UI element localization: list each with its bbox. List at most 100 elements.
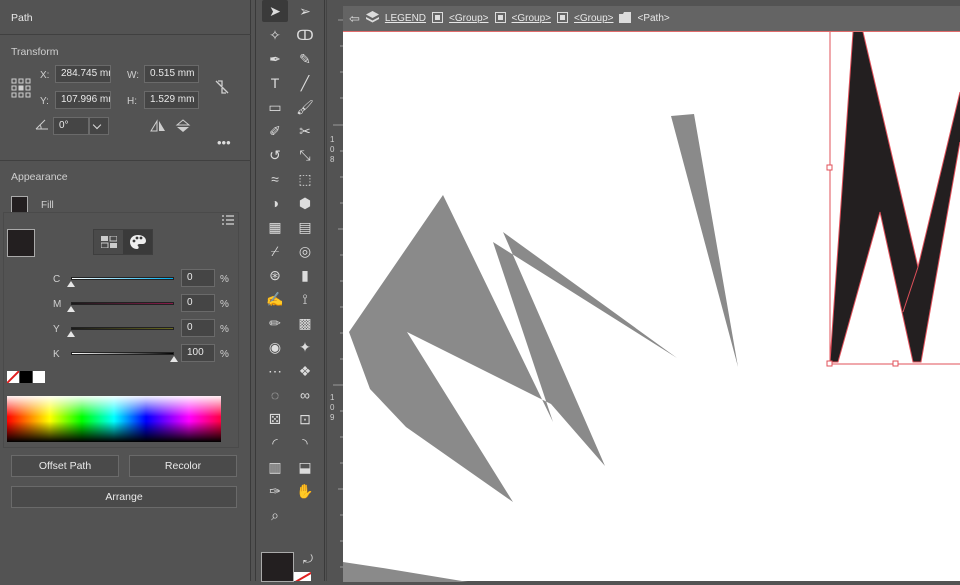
recolor-button[interactable]: Recolor	[129, 455, 237, 477]
yellow-slider-thumb[interactable]	[67, 331, 75, 337]
h-label: H:	[127, 96, 137, 107]
more-options-icon[interactable]: •••	[217, 136, 233, 150]
group-icon	[432, 11, 444, 26]
yellow-unit: %	[220, 324, 229, 335]
cyan-slider-thumb[interactable]	[67, 281, 75, 287]
h-field[interactable]: 1.529 mm	[144, 91, 199, 109]
eyedropper-icon[interactable]: ⌿	[262, 240, 288, 262]
artboard-tool-icon[interactable]: ❖	[292, 360, 318, 382]
path-title: Path	[11, 12, 33, 24]
yellow-field[interactable]: 0	[181, 319, 215, 337]
yellow-slider[interactable]	[71, 327, 174, 330]
magic-wand-icon[interactable]: ✧	[262, 24, 288, 46]
magenta-field[interactable]: 0	[181, 294, 215, 312]
arrange-button[interactable]: Arrange	[11, 486, 237, 508]
lasso-icon[interactable]: ↀ	[292, 24, 318, 46]
swatches-icon[interactable]	[94, 230, 123, 254]
vertical-ruler: 108 109	[326, 0, 343, 581]
symbol-sprayer-icon[interactable]: ⊛	[262, 264, 288, 286]
offset-path-button[interactable]: Offset Path	[11, 455, 119, 477]
y-field[interactable]: 107.996 mr	[55, 91, 111, 109]
perspective-grid-icon[interactable]: ◌	[262, 384, 288, 406]
ruler-icon[interactable]: ▥	[262, 456, 288, 478]
warp-icon[interactable]: ◉	[262, 336, 288, 358]
pucker-icon[interactable]: ✑	[262, 480, 288, 502]
rotate-dropdown[interactable]	[89, 117, 109, 135]
isolation-breadcrumb: ⇦ LEGEND <Group> <Group> <Group> <Path>	[343, 6, 960, 31]
shaper-icon[interactable]: ✐	[262, 120, 288, 142]
cyan-slider[interactable]	[71, 277, 174, 280]
color-mixer-icon[interactable]	[123, 230, 152, 254]
back-arrow-icon[interactable]: ⇦	[349, 11, 360, 27]
x-label: X:	[40, 70, 50, 81]
zoom-icon[interactable]: ⌕	[262, 504, 288, 526]
gray-zigzag-shape	[349, 195, 677, 502]
rotate-field[interactable]: 0°	[53, 117, 89, 135]
live-paint-icon[interactable]: ⬢	[292, 192, 318, 214]
breadcrumb-group-1[interactable]: <Group>	[449, 13, 488, 24]
eraser-icon[interactable]: ✏	[262, 312, 288, 334]
black-label: K	[53, 349, 60, 360]
mesh-gradient-icon[interactable]: ◜	[262, 432, 288, 454]
artboard-icon[interactable]: ✍	[262, 288, 288, 310]
rectangle-icon[interactable]: ▭	[262, 96, 288, 118]
width-icon[interactable]: ≈	[262, 168, 288, 190]
flip-vertical-icon[interactable]	[175, 119, 191, 133]
cyan-label: C	[53, 274, 61, 285]
measure-icon[interactable]: ◝	[292, 432, 318, 454]
rotate-icon[interactable]: ↺	[262, 144, 288, 166]
print-tiling-icon[interactable]: ⬓	[292, 456, 318, 478]
magenta-slider[interactable]	[71, 302, 174, 305]
cyan-field[interactable]: 0	[181, 269, 215, 287]
group-icon	[494, 11, 506, 26]
pattern-icon[interactable]: ⋯	[262, 360, 288, 382]
breadcrumb-group-2[interactable]: <Group>	[512, 13, 551, 24]
slice-icon[interactable]: ⟟	[292, 288, 318, 310]
reference-point-icon[interactable]	[11, 78, 31, 98]
perspective-selection-icon[interactable]: ∞	[292, 384, 318, 406]
selection-icon[interactable]: ➤	[262, 0, 288, 22]
stroke-indicator[interactable]	[294, 572, 311, 581]
column-graph-icon[interactable]: ▮	[292, 264, 318, 286]
hand-icon[interactable]: ✋	[292, 480, 318, 502]
dice-icon[interactable]: ⚄	[262, 408, 288, 430]
transform-title: Transform	[11, 46, 59, 58]
free-transform-icon[interactable]: ⬚	[292, 168, 318, 190]
blend-icon[interactable]: ◎	[292, 240, 318, 262]
direct-selection-icon[interactable]: ➢	[292, 0, 318, 22]
fill-color-swatch[interactable]	[7, 229, 35, 257]
black-slider-thumb[interactable]	[170, 356, 178, 362]
shape-builder-icon[interactable]: ◑	[262, 192, 288, 214]
type-icon[interactable]: T	[262, 72, 288, 94]
breadcrumb-layer[interactable]: LEGEND	[385, 13, 426, 24]
constrain-proportions-icon[interactable]	[213, 78, 231, 96]
breadcrumb-group-3[interactable]: <Group>	[574, 13, 613, 24]
pen-icon[interactable]: ✒	[262, 48, 288, 70]
swap-fill-stroke-icon[interactable]: ⤾	[303, 552, 313, 567]
fill-indicator[interactable]	[261, 552, 294, 582]
mesh-icon[interactable]: ▦	[262, 216, 288, 238]
angle-icon	[34, 117, 50, 131]
black-swatch[interactable]	[20, 371, 32, 383]
scale-icon[interactable]: ⤡	[292, 144, 318, 166]
scissors-icon[interactable]: ✂	[292, 120, 318, 142]
black-slider[interactable]	[71, 352, 174, 355]
line-icon[interactable]: ╱	[292, 72, 318, 94]
fill-swatch-small[interactable]	[11, 196, 28, 213]
artboard-canvas[interactable]	[343, 31, 960, 582]
w-field[interactable]: 0.515 mm	[144, 65, 199, 83]
color-spectrum[interactable]	[7, 396, 221, 442]
x-field[interactable]: 284.745 mr	[55, 65, 111, 83]
paintbrush-icon[interactable]: 🖌	[292, 96, 318, 118]
panel-menu-icon[interactable]	[222, 215, 234, 225]
none-swatch[interactable]	[7, 371, 19, 383]
magenta-slider-thumb[interactable]	[67, 306, 75, 312]
gradient-icon[interactable]: ▤	[292, 216, 318, 238]
crop-icon[interactable]: ⊡	[292, 408, 318, 430]
curvature-icon[interactable]: ✎	[292, 48, 318, 70]
flip-horizontal-icon[interactable]	[150, 119, 166, 133]
puppet-warp-icon[interactable]: ✦	[292, 336, 318, 358]
black-field[interactable]: 100	[181, 344, 215, 362]
knife-icon[interactable]: ▩	[292, 312, 318, 334]
white-swatch[interactable]	[33, 371, 45, 383]
